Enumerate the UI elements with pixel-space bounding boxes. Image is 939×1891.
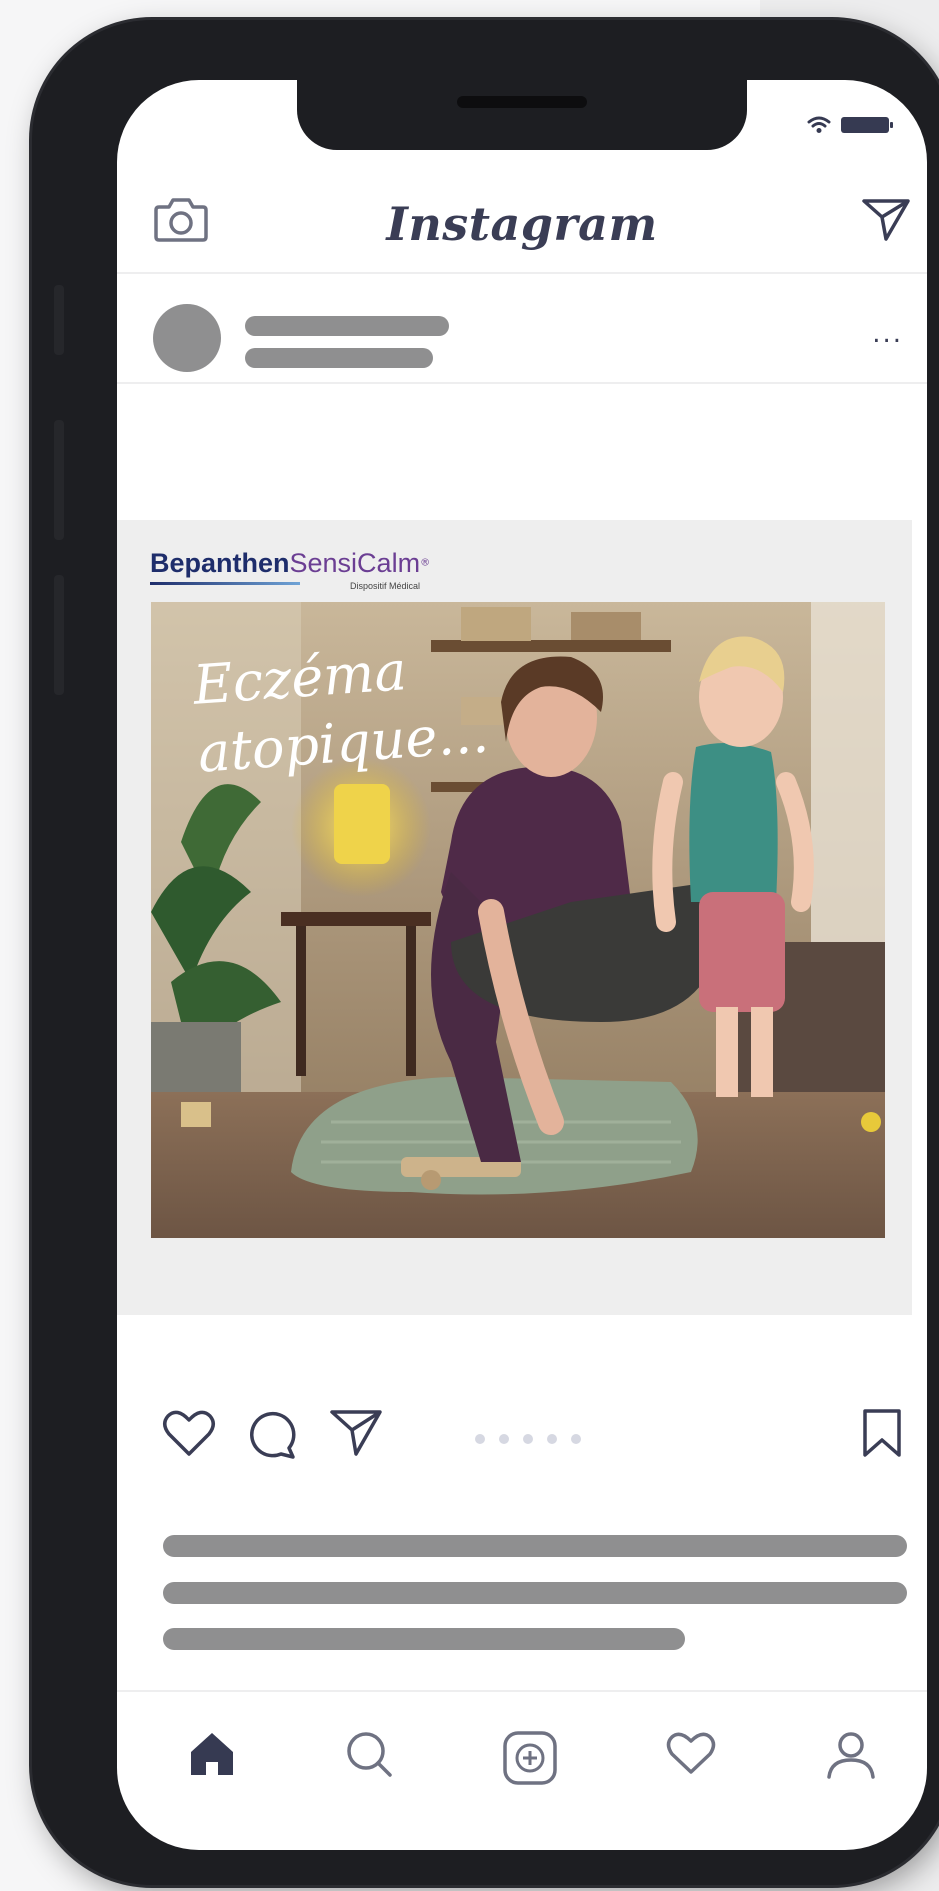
share-icon[interactable] xyxy=(329,1408,383,1462)
caption-placeholder-line xyxy=(163,1535,907,1557)
carousel-dot xyxy=(475,1434,485,1444)
direct-message-icon[interactable] xyxy=(861,197,911,247)
sponsored-post-image[interactable]: BepanthenSensiCalm® Dispositif Médical E… xyxy=(117,520,912,1315)
post-header: ... xyxy=(117,290,927,390)
carousel-dot xyxy=(499,1434,509,1444)
carousel-dot xyxy=(547,1434,557,1444)
status-bar xyxy=(807,116,893,134)
speaker xyxy=(457,96,587,108)
app-header: Instagram xyxy=(117,175,927,275)
bottom-navigation xyxy=(117,1700,927,1810)
avatar[interactable] xyxy=(153,304,221,372)
heart-icon[interactable] xyxy=(161,1408,217,1462)
post-action-bar xyxy=(117,1400,927,1480)
nav-divider xyxy=(117,1690,927,1692)
add-post-icon[interactable] xyxy=(502,1730,558,1790)
mute-switch xyxy=(54,285,64,355)
carousel-dot xyxy=(523,1434,533,1444)
battery-icon xyxy=(841,117,893,133)
carousel-indicator xyxy=(475,1434,581,1444)
bookmark-icon[interactable] xyxy=(861,1408,903,1462)
location-placeholder xyxy=(245,348,433,368)
notch xyxy=(297,80,747,150)
header-divider xyxy=(117,272,927,274)
brand-underline xyxy=(150,582,300,585)
brand-primary: Bepanthen xyxy=(150,548,290,578)
comment-icon[interactable] xyxy=(245,1408,297,1464)
caption-placeholder-line xyxy=(163,1582,907,1604)
brand-secondary: SensiCalm xyxy=(289,548,421,578)
brand-logo: BepanthenSensiCalm® Dispositif Médical xyxy=(150,548,431,591)
ad-photo: Eczéma atopique... xyxy=(151,602,885,1238)
volume-down-button xyxy=(54,575,64,695)
activity-heart-icon[interactable] xyxy=(665,1730,717,1780)
app-logo: Instagram xyxy=(386,197,658,251)
home-icon[interactable] xyxy=(187,1730,237,1782)
volume-up-button xyxy=(54,420,64,540)
caption-placeholder-line xyxy=(163,1628,685,1650)
username-placeholder xyxy=(245,316,449,336)
brand-tagline: Dispositif Médical xyxy=(350,581,421,591)
wifi-icon xyxy=(807,116,831,133)
carousel-dot xyxy=(571,1434,581,1444)
phone-screen: Instagram ... BepanthenSensiCalm® Dispos… xyxy=(117,80,927,1850)
phone-frame: Instagram ... BepanthenSensiCalm® Dispos… xyxy=(32,20,939,1885)
brand-trademark: ® xyxy=(420,557,431,569)
post-header-divider xyxy=(117,382,927,384)
ad-headline: Eczéma atopique... xyxy=(191,632,491,788)
search-icon[interactable] xyxy=(345,1730,395,1784)
profile-icon[interactable] xyxy=(825,1730,877,1784)
post-options-button[interactable]: ... xyxy=(872,321,903,347)
